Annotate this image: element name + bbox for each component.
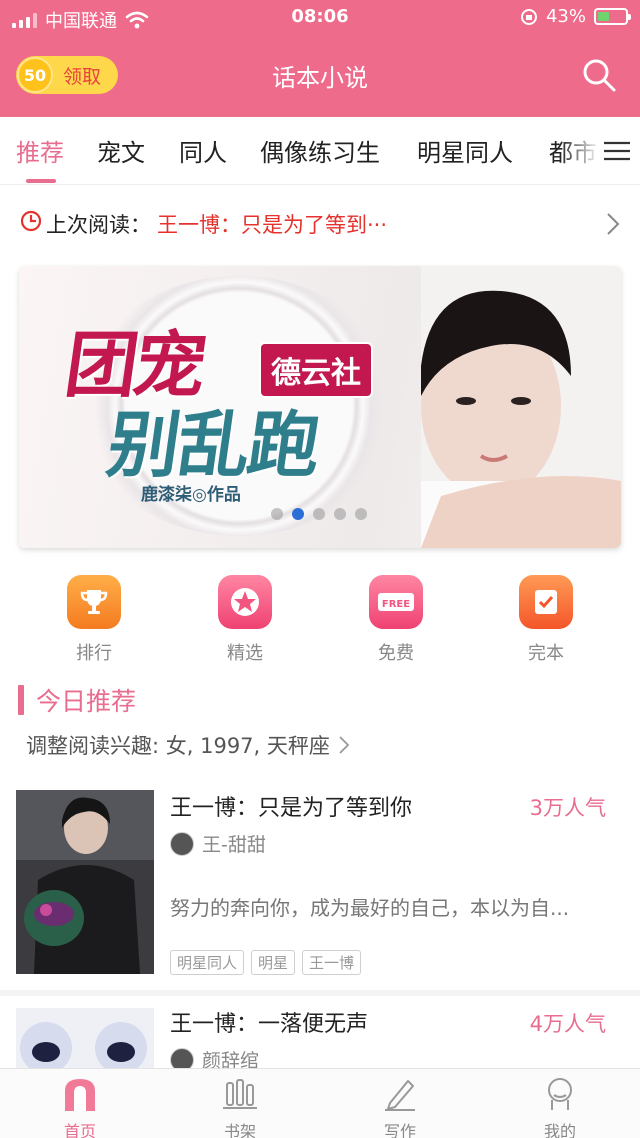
free-tag-icon: FREE — [369, 575, 423, 629]
search-icon[interactable] — [580, 56, 618, 94]
carousel-indicator[interactable] — [271, 508, 367, 520]
section-accent-bar — [18, 685, 24, 715]
nav-home[interactable]: 首页 — [40, 1077, 120, 1138]
free-label: 免费 — [378, 643, 414, 664]
home-icon — [65, 1079, 95, 1111]
tab-recommend[interactable]: 推荐 — [16, 133, 64, 168]
checked-book-icon — [519, 575, 573, 629]
free-entry[interactable]: FREE 免费 — [346, 575, 446, 665]
chevron-right-icon — [339, 736, 350, 754]
book-title[interactable]: 王一博：只是为了等到你 — [170, 790, 412, 822]
book-description: 努力的奔向你，成为最好的自己，本以为自... — [170, 896, 570, 920]
pen-icon — [385, 1080, 415, 1111]
menu-icon[interactable] — [604, 141, 630, 161]
profile-icon — [548, 1078, 572, 1110]
last-read-label: 上次阅读： — [46, 213, 151, 237]
book-tag[interactable]: 明星 — [251, 950, 296, 975]
svg-text:FREE: FREE — [382, 599, 410, 610]
interest-text: 调整阅读兴趣: 女, 1997, 天秤座 — [26, 734, 330, 758]
featured-label: 精选 — [227, 643, 263, 664]
promo-banner[interactable]: 团宠 德云社 别乱跑 鹿漆柒◎作品 — [19, 266, 621, 548]
book-tag[interactable]: 明星同人 — [170, 950, 245, 975]
book-cover-image — [16, 1008, 154, 1068]
bookshelf-icon — [223, 1079, 257, 1109]
book-card[interactable]: 王一博：一落便无声 4万人气 颜辞绾 — [0, 1006, 640, 1068]
status-bar: 中国联通 08:06 43% — [0, 0, 640, 34]
book-popularity: 3万人气 — [529, 796, 606, 820]
nav-profile-label: 我的 — [543, 1122, 576, 1138]
carousel-dot[interactable] — [292, 508, 304, 520]
tab-celebrity-fanfic[interactable]: 明星同人 — [417, 133, 513, 168]
battery-fill — [598, 12, 610, 21]
banner-author: 鹿漆柒◎作品 — [141, 485, 241, 505]
book-author: 颜辞绾 — [202, 1050, 260, 1068]
tab-romance[interactable]: 宠文 — [97, 133, 145, 168]
ranking-entry[interactable]: 排行 — [44, 575, 144, 665]
book-card[interactable]: 王一博：只是为了等到你 3万人气 王-甜甜 努力的奔向你，成为最好的自己，本以为… — [0, 790, 640, 980]
top-bar: 中国联通 08:06 43% 50 领取 话本小说 — [0, 0, 640, 117]
carousel-dot[interactable] — [271, 508, 283, 520]
book-author: 王-甜甜 — [202, 834, 266, 856]
quick-entries: 排行 精选 FREE 免费 完本 — [0, 575, 640, 667]
nav-write[interactable]: 写作 — [360, 1077, 440, 1138]
featured-entry[interactable]: 精选 — [195, 575, 295, 665]
orientation-lock-icon — [520, 8, 537, 25]
carousel-dot[interactable] — [313, 508, 325, 520]
app-title: 话本小说 — [272, 64, 368, 92]
battery-percent: 43% — [545, 6, 586, 27]
tab-idol-trainee[interactable]: 偶像练习生 — [260, 133, 380, 168]
active-tab-indicator — [26, 179, 56, 183]
tab-fanfic[interactable]: 同人 — [179, 133, 227, 168]
divider — [0, 990, 640, 996]
author-avatar — [170, 1047, 194, 1068]
last-read-title[interactable]: 王一博：只是为了等到··· — [157, 209, 387, 239]
book-tag[interactable]: 王一博 — [302, 950, 362, 975]
nav-profile[interactable]: 我的 — [520, 1077, 600, 1138]
chevron-right-icon[interactable] — [606, 212, 620, 236]
nav-bookshelf-label: 书架 — [223, 1122, 256, 1138]
star-icon — [218, 575, 272, 629]
author-avatar — [170, 831, 194, 856]
today-recommend-header: 今日推荐 — [18, 684, 136, 716]
carousel-dot[interactable] — [355, 508, 367, 520]
banner-portrait-image — [421, 266, 621, 548]
book-cover-image — [16, 790, 154, 974]
trophy-icon — [67, 575, 121, 629]
adjust-interest-link[interactable]: 调整阅读兴趣: 女, 1997, 天秤座 — [26, 730, 350, 760]
nav-write-label: 写作 — [383, 1122, 416, 1138]
carousel-dot[interactable] — [334, 508, 346, 520]
book-tags: 明星同人 明星 王一博 — [170, 950, 362, 975]
bottom-nav: 首页 书架 写作 我的 — [0, 1068, 640, 1138]
banner-title-line2: 别乱跑 — [102, 402, 325, 487]
section-title: 今日推荐 — [36, 687, 137, 716]
book-title[interactable]: 王一博：一落便无声 — [170, 1006, 368, 1038]
clock-icon — [20, 210, 42, 232]
nav-bookshelf[interactable]: 书架 — [200, 1077, 280, 1138]
book-popularity: 4万人气 — [529, 1012, 606, 1036]
completed-entry[interactable]: 完本 — [496, 575, 596, 665]
completed-label: 完本 — [528, 643, 564, 664]
nav-home-label: 首页 — [63, 1122, 96, 1138]
category-tabs: 推荐 宠文 同人 偶像练习生 明星同人 都市 — [0, 117, 640, 185]
last-read-row[interactable]: 上次阅读： 王一博：只是为了等到··· — [0, 186, 640, 258]
ranking-label: 排行 — [76, 643, 112, 664]
battery-icon — [594, 8, 631, 25]
app-header: 50 领取 话本小说 — [0, 34, 640, 117]
